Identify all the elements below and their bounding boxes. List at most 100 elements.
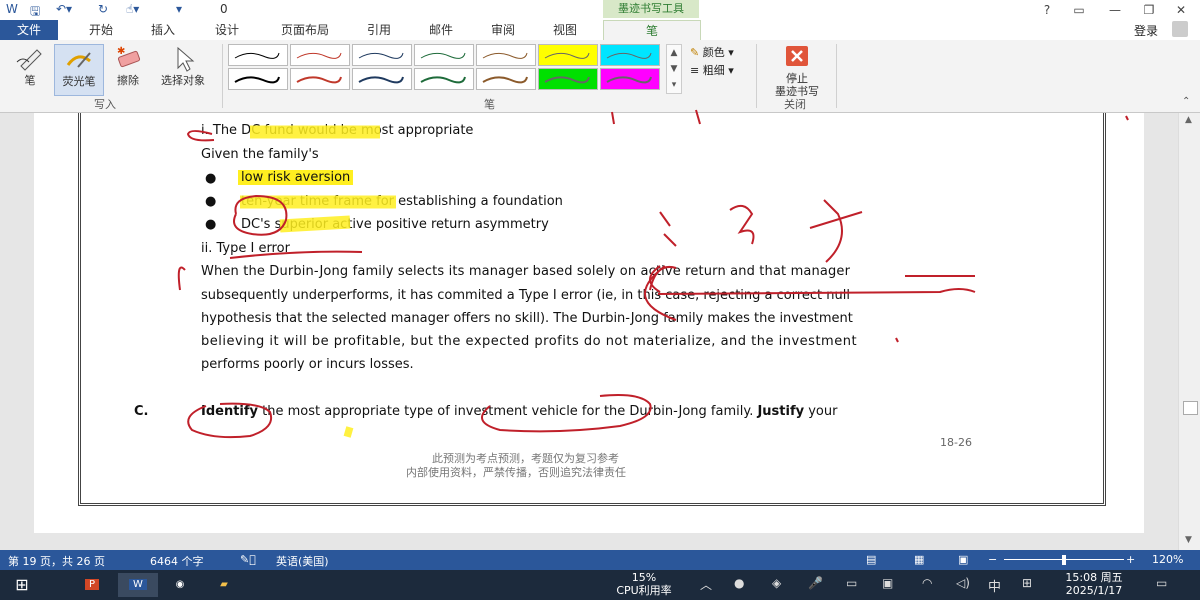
scroll-up-icon[interactable]: ▲ — [1185, 115, 1192, 125]
zoom-level[interactable]: 120% — [1152, 553, 1183, 566]
highlighter-tool-label: 荧光笔 — [62, 75, 96, 88]
pen-swatch[interactable] — [352, 44, 412, 66]
print-layout-icon[interactable]: ▦ — [914, 553, 924, 566]
pen-tool-label: 笔 — [24, 74, 36, 87]
pen-swatch[interactable] — [352, 68, 412, 90]
powerpoint-app-icon[interactable]: P — [72, 573, 112, 597]
zoom-in-icon[interactable]: + — [1126, 553, 1135, 566]
notification-icon[interactable]: ▭ — [1156, 576, 1167, 590]
pen-swatch[interactable] — [414, 44, 474, 66]
paragraph-line: subsequently underperforms, it has commi… — [201, 288, 850, 303]
pen-swatch[interactable] — [476, 68, 536, 90]
cpu-usage-widget[interactable]: 15% CPU利用率 — [616, 571, 672, 597]
restore-button[interactable]: ❐ — [1134, 1, 1164, 19]
pen-group-label: 笔 — [484, 98, 495, 111]
tab-review[interactable]: 审阅 — [480, 20, 526, 40]
pen-stroke-icon — [606, 76, 652, 84]
bullet-item: DC's superior active positive return asy… — [241, 217, 549, 232]
scroll-down-icon[interactable]: ▼ — [1185, 535, 1192, 545]
sign-in-link[interactable]: 登录 — [1134, 22, 1158, 39]
word-count[interactable]: 6464 个字 — [150, 553, 204, 569]
redo-icon[interactable]: ↻ — [98, 2, 108, 16]
help-button[interactable]: ? — [1032, 1, 1062, 19]
eraser-icon: ✱ — [117, 46, 141, 68]
word-app-icon[interactable]: W — [118, 573, 158, 597]
ribbon-display-button[interactable]: ▭ — [1064, 1, 1094, 19]
gallery-up-icon[interactable]: ▲ — [667, 45, 681, 61]
collapse-ribbon-icon[interactable]: ⌃ — [1182, 96, 1190, 107]
tab-design[interactable]: 设计 — [204, 20, 250, 40]
clock-date: 2025/1/17 — [1065, 584, 1123, 597]
undo-icon[interactable]: ↶▾ — [56, 2, 72, 16]
tray-expand-icon[interactable]: ︿ — [700, 576, 712, 593]
gallery-more-icon[interactable]: ▾ — [667, 77, 681, 93]
pen-swatch[interactable] — [290, 44, 350, 66]
volume-icon[interactable]: ◁) — [956, 576, 970, 590]
ribbon: 笔 荧光笔 ✱ 擦除 选择对象 写入 ▲ ▼ ▾ 笔 ✎ 颜色 ▾ ≡ 粗细 ▾… — [0, 40, 1200, 113]
pen-swatch[interactable] — [600, 44, 660, 66]
pen-stroke-icon — [420, 76, 466, 84]
wifi-icon[interactable]: ◠ — [922, 576, 932, 590]
tab-references[interactable]: 引用 — [356, 20, 402, 40]
thickness-icon: ≡ — [690, 64, 700, 77]
stop-inking-button[interactable]: 停止 墨迹书写 — [766, 44, 828, 98]
vertical-scrollbar[interactable]: ▲ ▼ — [1178, 113, 1200, 550]
file-explorer-icon[interactable]: ▰ — [204, 573, 244, 597]
eraser-tool-button[interactable]: ✱ 擦除 — [104, 44, 152, 94]
pen-tool-button[interactable]: 笔 — [6, 44, 54, 94]
start-windows-icon[interactable]: ⊞ — [2, 573, 42, 597]
pen-swatch[interactable] — [290, 68, 350, 90]
language-indicator[interactable]: 英语(美国) — [276, 553, 329, 569]
title-bar: W 🖫 ↶▾ ↻ ☝▾ ▾ 0 墨迹书写工具 ? ▭ — ❐ ✕ — [0, 0, 1200, 20]
proofing-icon[interactable]: ✎⃞ — [240, 553, 256, 566]
browser-app-icon[interactable]: ◉ — [160, 573, 200, 597]
pen-stroke-icon — [544, 52, 590, 59]
eraser-tool-label: 擦除 — [117, 74, 139, 87]
clock[interactable]: 15:08 周五 2025/1/17 — [1054, 571, 1134, 597]
read-mode-icon[interactable]: ▤ — [866, 553, 876, 566]
clock-time: 15:08 周五 — [1065, 571, 1123, 584]
gallery-down-icon[interactable]: ▼ — [667, 61, 681, 77]
tab-mailings[interactable]: 邮件 — [418, 20, 464, 40]
ribbon-separator — [222, 44, 223, 108]
pen-swatch[interactable] — [414, 68, 474, 90]
zoom-out-icon[interactable]: − — [988, 553, 997, 566]
tray-app-icon[interactable]: ◈ — [772, 576, 781, 590]
select-objects-button[interactable]: 选择对象 — [152, 44, 214, 94]
tab-home[interactable]: 开始 — [78, 20, 124, 40]
pen-swatch[interactable] — [228, 68, 288, 90]
keyboard-icon[interactable]: ⊞ — [1022, 576, 1032, 590]
zoom-slider-thumb[interactable] — [1062, 555, 1066, 565]
pen-swatch[interactable] — [600, 68, 660, 90]
pen-swatch[interactable] — [228, 44, 288, 66]
highlighter-tool-button[interactable]: 荧光笔 — [54, 44, 104, 96]
close-button[interactable]: ✕ — [1166, 1, 1196, 19]
paragraph-line: performs poorly or incurs losses. — [201, 357, 414, 372]
customize-qat-icon[interactable]: ▾ — [176, 2, 182, 16]
pen-swatch[interactable] — [476, 44, 536, 66]
taskbar: ⊞ P W ◉ ▰ 15% CPU利用率 ︿ ● ◈ 🎤 ▭ ▣ ◠ ◁) 中 … — [0, 570, 1200, 600]
pen-swatch[interactable] — [538, 68, 598, 90]
avatar[interactable] — [1172, 21, 1188, 37]
touch-mode-icon[interactable]: ☝▾ — [126, 2, 139, 16]
minimize-button[interactable]: — — [1100, 1, 1130, 19]
ink-tools-context-header: 墨迹书写工具 — [603, 0, 699, 18]
web-layout-icon[interactable]: ▣ — [958, 553, 968, 566]
tab-page-layout[interactable]: 页面布局 — [270, 20, 340, 40]
scroll-thumb[interactable] — [1183, 401, 1198, 415]
tab-view[interactable]: 视图 — [542, 20, 588, 40]
tab-insert[interactable]: 插入 — [140, 20, 186, 40]
microphone-icon[interactable]: 🎤 — [808, 576, 823, 590]
gallery-scroll[interactable]: ▲ ▼ ▾ — [666, 44, 682, 94]
pen-swatch[interactable] — [538, 44, 598, 66]
ime-indicator[interactable]: 中 — [988, 576, 1001, 595]
page-indicator[interactable]: 第 19 页，共 26 页 — [8, 553, 105, 569]
question-c-line: Identify the most appropriate type of in… — [201, 404, 837, 419]
battery-icon[interactable]: ▭ — [846, 576, 857, 590]
tray-app-icon[interactable]: ● — [734, 576, 744, 590]
thickness-dropdown[interactable]: ≡ 粗细 ▾ — [690, 62, 734, 78]
tab-file[interactable]: 文件 — [0, 20, 58, 40]
display-icon[interactable]: ▣ — [882, 576, 893, 590]
tab-pen[interactable]: 笔 — [603, 20, 701, 41]
color-dropdown[interactable]: ✎ 颜色 ▾ — [690, 44, 734, 60]
